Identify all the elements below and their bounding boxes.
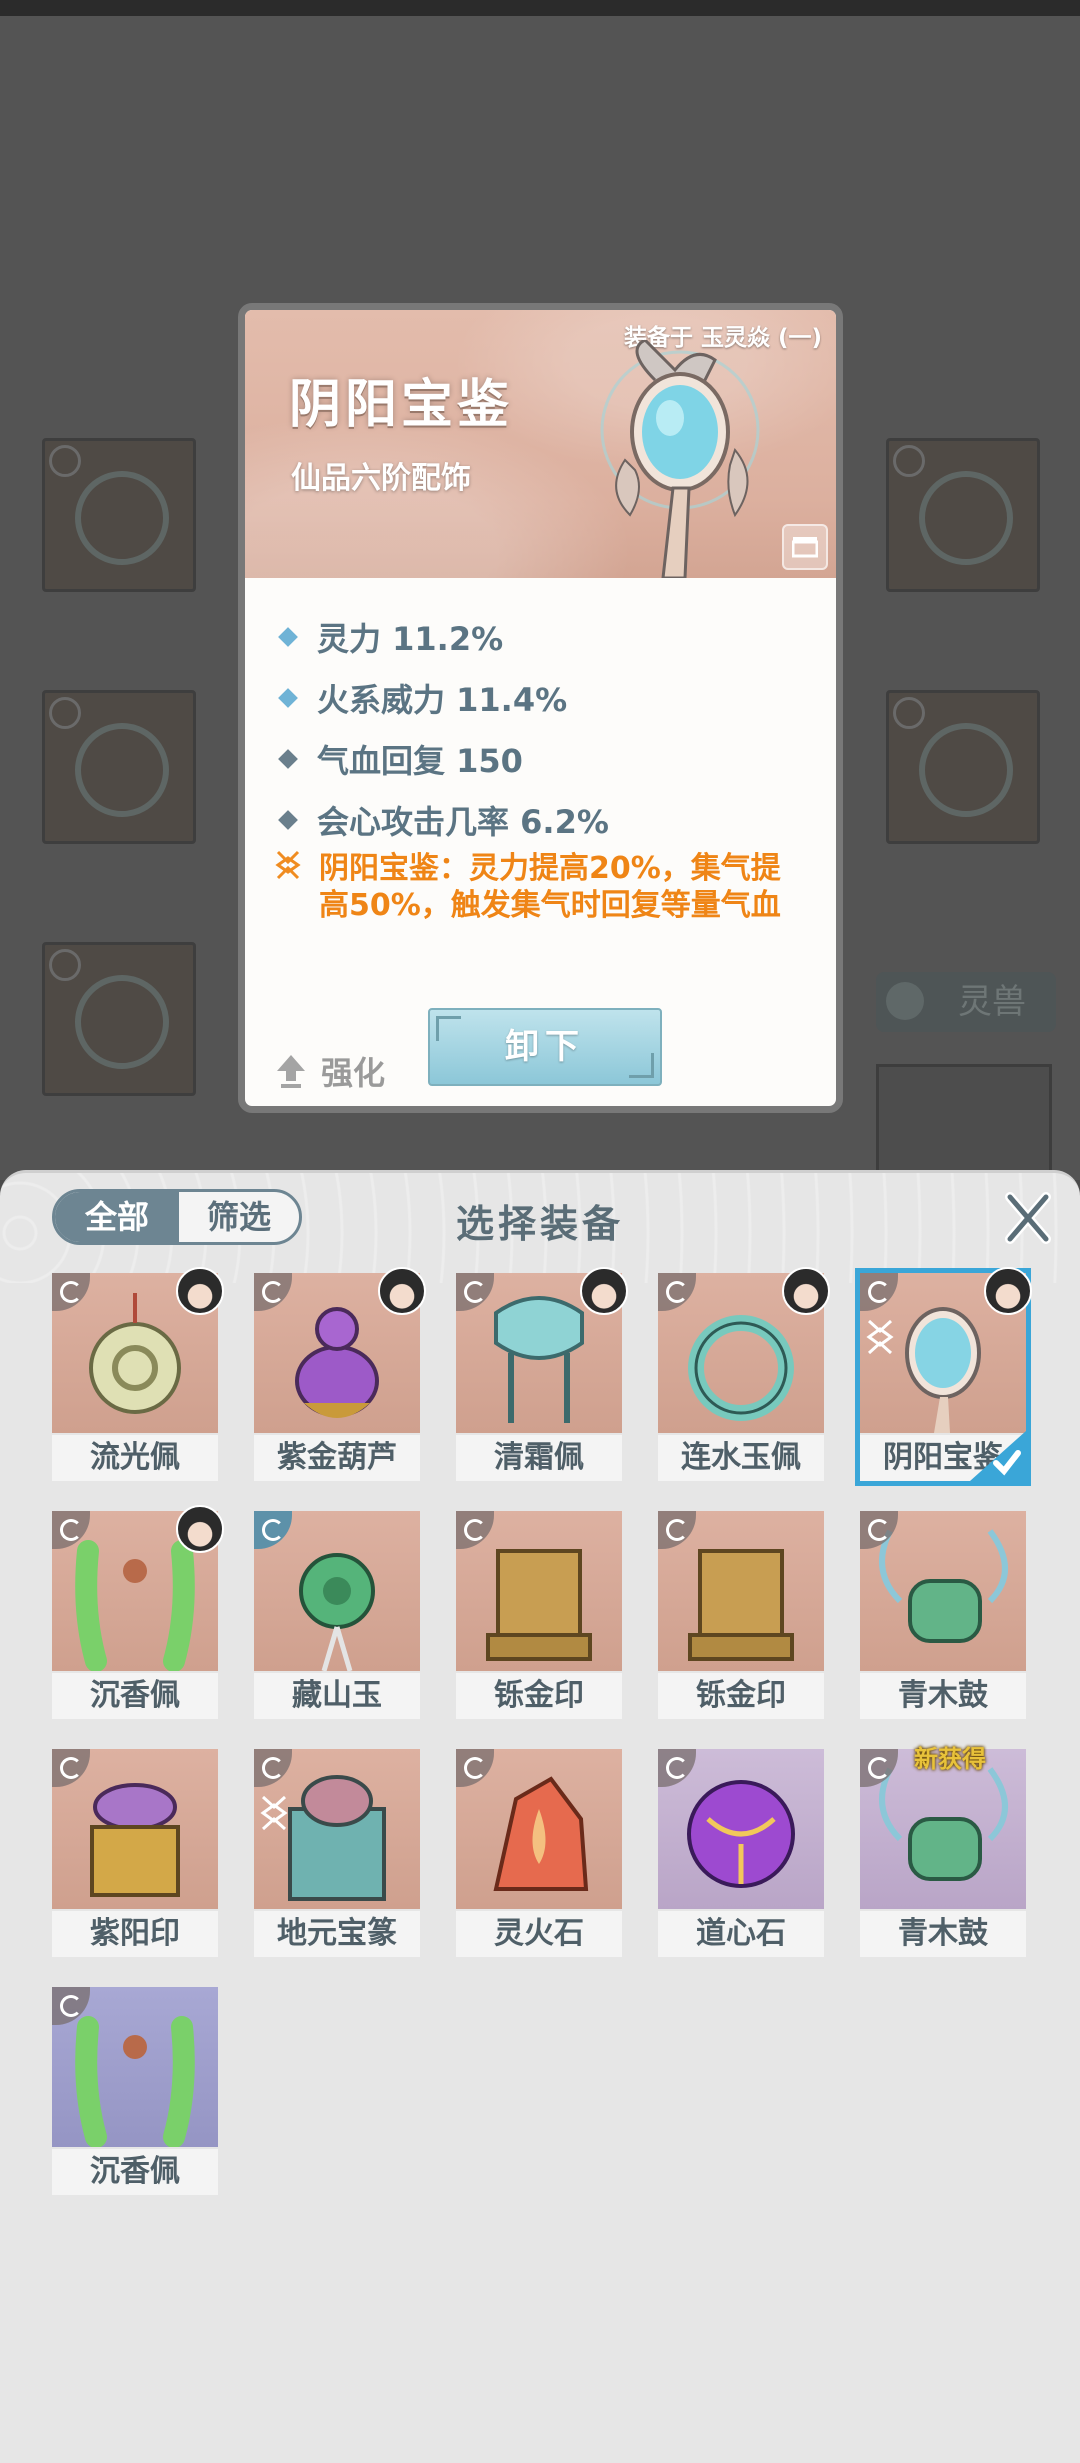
item-header: 装备于 玉灵焱 (一) 阴阳宝鉴 仙品六阶配饰 [245,310,836,578]
item-grade: 仙品六阶配饰 [291,461,471,496]
diamond-icon [278,809,298,830]
diamond-icon [278,626,298,647]
equipment-card[interactable]: 青木鼓 [860,1511,1026,1719]
equipment-name: 藏山玉 [254,1673,420,1719]
arrow-up-icon [277,1055,305,1088]
bg-panel-box [876,1064,1052,1180]
character-avatar [782,1267,830,1315]
item-name: 阴阳宝鉴 [289,375,514,435]
attribute-row: 火系威力 11.4% [273,667,813,728]
lock-button[interactable] [782,524,828,570]
equipment-card[interactable]: 铄金印 [658,1511,824,1719]
character-avatar [378,1267,426,1315]
set-effect-text-1: 阴阳宝鉴：灵力提高20%，集气提 [319,851,781,886]
equipment-name: 地元宝篆 [254,1911,420,1957]
attribute-row: 气血回复 150 [273,728,813,789]
character-avatar [176,1505,224,1553]
character-avatar [580,1267,628,1315]
equipment-card[interactable]: 灵火石 [456,1749,622,1957]
equipment-name: 道心石 [658,1911,824,1957]
equipment-name: 清霜佩 [456,1435,622,1481]
equipment-card[interactable]: 青木鼓 新获得 [860,1745,1026,1957]
set-effect-text-2: 高50%，触发集气时回复等量气血 [319,888,781,923]
equipment-thumbnail [658,1749,824,1909]
equipment-thumbnail [456,1749,622,1909]
set-effect-icon [866,1319,894,1355]
diamond-icon [278,748,298,769]
equipment-name: 流光佩 [52,1435,218,1481]
checkmark-icon [970,1431,1026,1481]
equipment-name: 灵火石 [456,1911,622,1957]
equipment-card[interactable]: 连水玉佩 [658,1267,830,1481]
bg-equip-slot [886,438,1040,592]
equipment-select-panel: 全部 筛选 选择装备 流光佩 紫金葫芦 清霜佩 连水玉佩 阴阳宝鉴 沉香佩 藏山玉 铄金印 铄金… [0,1170,1080,2463]
equipment-card[interactable]: 阴阳宝鉴 [855,1267,1032,1486]
bg-equip-slot [42,942,196,1096]
equipment-name: 青木鼓 [860,1673,1026,1719]
attribute-row: 会心攻击几率 6.2% [273,789,813,850]
attribute-row: 灵力 11.2% [273,606,813,667]
equipment-card[interactable]: 清霜佩 [456,1267,628,1481]
equipment-thumbnail [456,1511,622,1671]
equipment-card[interactable]: 道心石 [658,1749,824,1957]
equipment-name: 紫金葫芦 [254,1435,420,1481]
attribute-list: 灵力 11.2% 火系威力 11.4% 气血回复 150 会心攻击几率 6.2% [273,606,813,850]
equipment-card[interactable]: 紫金葫芦 [254,1267,426,1481]
strengthen-button[interactable]: 强化 [275,1048,385,1094]
close-icon[interactable] [1004,1191,1052,1245]
equipment-name: 铄金印 [658,1673,824,1719]
equipment-thumbnail [254,1749,420,1909]
equipment-name: 青木鼓 [860,1911,1026,1957]
equipment-name: 沉香佩 [52,1673,218,1719]
mirror-artwork-icon [600,340,760,578]
new-badge: 新获得 [914,1745,986,1773]
equipment-thumbnail [52,1749,218,1909]
diamond-icon [278,687,298,708]
equipment-name: 紫阳印 [52,1911,218,1957]
character-avatar [176,1267,224,1315]
character-avatar [984,1267,1032,1315]
set-effect-icon [260,1795,288,1831]
item-detail-popup: 装备于 玉灵焱 (一) 阴阳宝鉴 仙品六阶配饰 灵力 11.2% 火系威力 11… [238,303,843,1113]
spirit-beast-tab: 灵兽 [876,972,1056,1032]
status-bar [0,0,1080,16]
equipment-card[interactable]: 铄金印 [456,1511,622,1719]
equipment-thumbnail [658,1511,824,1671]
bg-equip-slot [42,438,196,592]
equipment-card[interactable]: 沉香佩 [52,1505,224,1719]
equipment-name: 铄金印 [456,1673,622,1719]
equipment-card[interactable]: 流光佩 [52,1267,224,1481]
paw-icon [886,982,924,1020]
equipment-card[interactable]: 藏山玉 [254,1511,420,1719]
lock-icon [792,537,818,558]
equipment-thumbnail [52,1987,218,2147]
set-effect: 阴阳宝鉴：灵力提高20%，集气提 高50%，触发集气时回复等量气血 [273,850,813,924]
equipment-name: 连水玉佩 [658,1435,824,1481]
set-effect-icon [275,850,309,924]
bg-equip-slot [42,690,196,844]
equipment-name: 沉香佩 [52,2149,218,2195]
equipment-thumbnail [860,1511,1026,1671]
equipment-card[interactable]: 紫阳印 [52,1749,218,1957]
equipment-thumbnail [254,1511,420,1671]
equipment-card[interactable]: 地元宝篆 [254,1749,420,1957]
panel-title: 选择装备 [455,1202,624,1246]
bg-equip-slot [886,690,1040,844]
unequip-button[interactable]: 卸下 [428,1008,662,1086]
equipment-card[interactable]: 沉香佩 [52,1987,218,2195]
